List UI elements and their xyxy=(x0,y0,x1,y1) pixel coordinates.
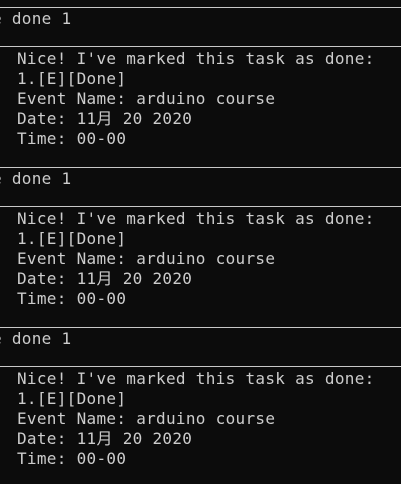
response-line: Event Name: arduino course xyxy=(17,249,276,268)
separator-line xyxy=(0,167,401,168)
command-echo: e done 1 xyxy=(0,9,72,28)
response-line: 1.[E][Done] xyxy=(17,229,127,248)
response-line: Event Name: arduino course xyxy=(17,89,276,108)
separator-line xyxy=(0,327,401,328)
response-line: Date: 11月 20 2020 xyxy=(17,109,193,128)
separator-line xyxy=(0,206,401,207)
response-line: 1.[E][Done] xyxy=(17,389,127,408)
response-line: Time: 00-00 xyxy=(17,449,127,468)
separator-line xyxy=(0,366,401,367)
command-echo: e done 1 xyxy=(0,169,72,188)
response-line: Nice! I've marked this task as done: xyxy=(17,209,375,228)
response-line: Event Name: arduino course xyxy=(17,409,276,428)
separator-line xyxy=(0,46,401,47)
response-line: Nice! I've marked this task as done: xyxy=(17,369,375,388)
response-line: 1.[E][Done] xyxy=(17,69,127,88)
response-line: Date: 11月 20 2020 xyxy=(17,269,193,288)
command-echo: e done 1 xyxy=(0,329,72,348)
response-line: Time: 00-00 xyxy=(17,289,127,308)
response-line: Date: 11月 20 2020 xyxy=(17,429,193,448)
console-output: e done 1 Nice! I've marked this task as … xyxy=(0,0,401,484)
separator-line xyxy=(0,7,401,8)
response-line: Nice! I've marked this task as done: xyxy=(17,49,375,68)
response-line: Time: 00-00 xyxy=(17,129,127,148)
